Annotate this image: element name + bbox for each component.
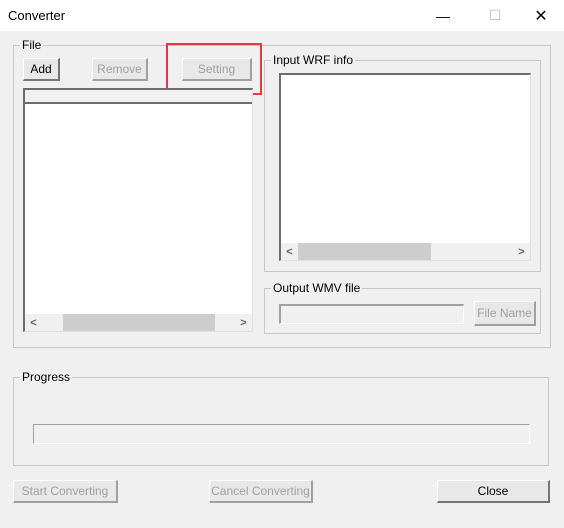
- close-button[interactable]: Close: [437, 480, 550, 503]
- file-list-header: [25, 90, 252, 104]
- file-list[interactable]: < >: [23, 88, 253, 332]
- scroll-left-icon[interactable]: <: [25, 314, 42, 331]
- maximize-icon: ☐: [488, 7, 502, 23]
- output-group-label: Output WMV file: [271, 281, 363, 295]
- scroll-thumb[interactable]: [298, 243, 431, 260]
- file-group-label: File: [20, 38, 44, 52]
- window-title: Converter: [8, 8, 66, 23]
- scroll-thumb[interactable]: [63, 314, 215, 331]
- progress-label: Progress: [20, 370, 73, 384]
- minimize-button[interactable]: —: [420, 0, 466, 31]
- close-window-button[interactable]: ✕: [518, 0, 564, 31]
- start-converting-button[interactable]: Start Converting: [13, 480, 118, 503]
- title-bar: Converter — ☐ ✕: [0, 0, 564, 31]
- file-list-hscrollbar[interactable]: < >: [25, 314, 252, 331]
- progress-group: Progress: [13, 370, 549, 466]
- maximize-button[interactable]: ☐: [472, 0, 518, 31]
- add-button[interactable]: Add: [23, 58, 60, 81]
- file-name-button[interactable]: File Name: [474, 301, 536, 326]
- input-info-box[interactable]: < >: [279, 73, 531, 261]
- scroll-right-icon[interactable]: >: [235, 314, 252, 331]
- output-file-field[interactable]: [279, 304, 464, 324]
- input-info-hscrollbar[interactable]: < >: [281, 243, 530, 260]
- cancel-converting-button[interactable]: Cancel Converting: [209, 480, 313, 503]
- scroll-right-icon[interactable]: >: [513, 243, 530, 260]
- input-info-label: Input WRF info: [271, 53, 356, 67]
- scroll-left-icon[interactable]: <: [281, 243, 298, 260]
- close-icon: ✕: [534, 7, 548, 25]
- converter-window: Converter — ☐ ✕ File Add Remove Setting …: [0, 0, 564, 528]
- minimize-icon: —: [436, 7, 450, 24]
- remove-button[interactable]: Remove: [92, 58, 148, 81]
- progress-bar: [33, 424, 530, 444]
